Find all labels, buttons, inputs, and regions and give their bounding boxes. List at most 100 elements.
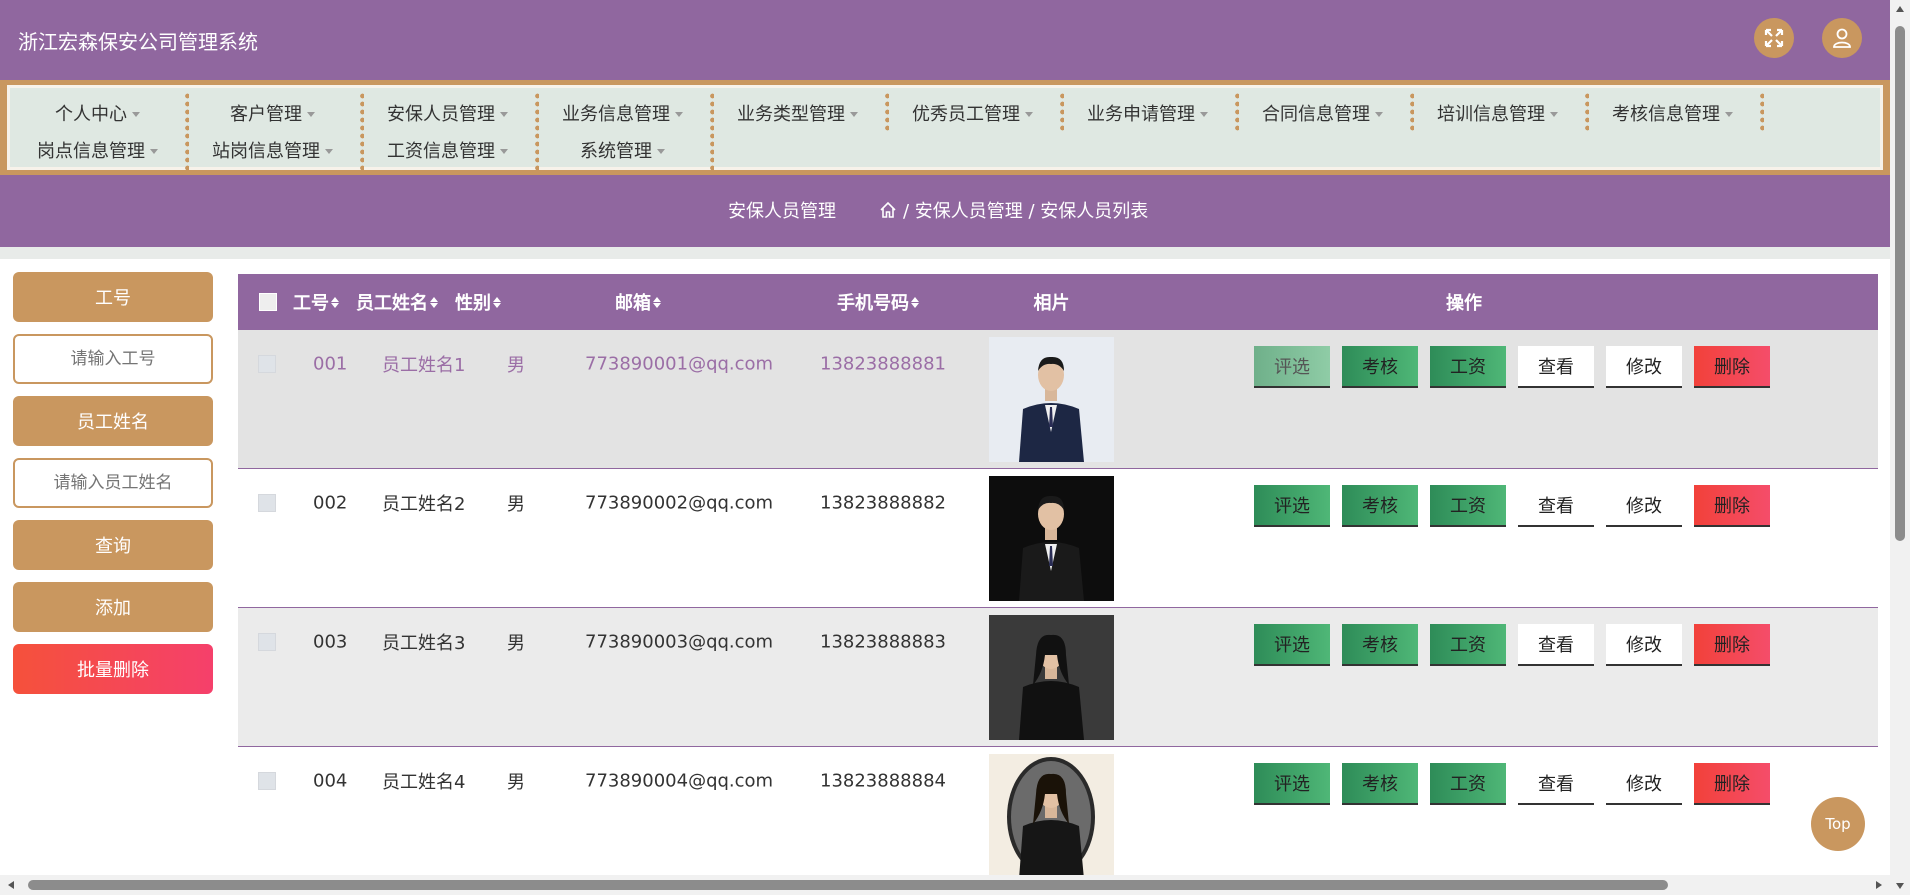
query-button[interactable]: 查询 (13, 520, 213, 570)
header-phone[interactable]: 手机号码 (818, 274, 938, 330)
menu-item[interactable]: 业务信息管理 (535, 98, 710, 128)
salary-button[interactable]: 工资 (1430, 624, 1506, 666)
menu-item[interactable]: 站岗信息管理 (185, 135, 360, 165)
menu-item-label: 考核信息管理 (1612, 104, 1720, 125)
delete-button[interactable]: 删除 (1694, 346, 1770, 388)
table-row[interactable]: 004 员工姓名4 男 773890004@qq.com 13823888884 评选 考核… (238, 747, 1878, 886)
app-header: 浙江宏森保安公司管理系统 (0, 0, 1890, 80)
menu-item[interactable]: 业务类型管理 (710, 98, 885, 128)
divider (0, 247, 1890, 259)
delete-button[interactable]: 删除 (1694, 485, 1770, 527)
menu-separator (360, 92, 364, 132)
row-checkbox[interactable] (258, 355, 276, 373)
salary-button[interactable]: 工资 (1430, 485, 1506, 527)
employee-id-input[interactable] (13, 334, 213, 384)
cell-id: 003 (313, 631, 348, 653)
cell-phone: 13823888883 (820, 631, 946, 653)
scroll-left-icon[interactable] (8, 881, 14, 889)
view-button[interactable]: 查看 (1518, 485, 1594, 527)
fullscreen-button[interactable] (1754, 18, 1794, 58)
menu-item-label: 业务信息管理 (562, 104, 670, 125)
assess-button[interactable]: 考核 (1342, 485, 1418, 527)
scroll-down-icon[interactable] (1896, 883, 1904, 889)
employee-photo[interactable] (989, 476, 1114, 601)
vertical-scrollbar[interactable] (1890, 0, 1910, 895)
caret-down-icon (500, 148, 508, 154)
breadcrumb: / 安保人员管理 / 安保人员列表 (879, 197, 1148, 223)
edit-button[interactable]: 修改 (1606, 346, 1682, 388)
delete-button[interactable]: 删除 (1694, 763, 1770, 805)
header-gender-label: 性别 (455, 293, 491, 314)
menu-item[interactable]: 工资信息管理 (360, 135, 535, 165)
caret-down-icon (1025, 111, 1033, 117)
header-id-label: 工号 (293, 293, 329, 314)
select-button[interactable]: 评选 (1254, 485, 1330, 527)
scroll-up-icon[interactable] (1896, 6, 1904, 12)
home-icon[interactable] (879, 201, 897, 219)
header-id[interactable]: 工号 (286, 274, 346, 330)
user-button[interactable] (1822, 18, 1862, 58)
edit-button[interactable]: 修改 (1606, 485, 1682, 527)
menu-item[interactable]: 系统管理 (535, 135, 710, 165)
expand-icon (1764, 28, 1784, 48)
edit-button[interactable]: 修改 (1606, 624, 1682, 666)
menu-item-label: 优秀员工管理 (912, 104, 1020, 125)
salary-button[interactable]: 工资 (1430, 346, 1506, 388)
cell-gender: 男 (507, 772, 525, 793)
horizontal-scrollbar[interactable] (0, 875, 1890, 895)
select-button[interactable]: 评选 (1254, 624, 1330, 666)
table-row[interactable]: 002 员工姓名2 男 773890002@qq.com 13823888882 评选 考核… (238, 469, 1878, 608)
header-name[interactable]: 员工姓名 (350, 274, 444, 330)
assess-button[interactable]: 考核 (1342, 763, 1418, 805)
menu-item[interactable]: 个人中心 (10, 98, 185, 128)
header-gender[interactable]: 性别 (450, 274, 506, 330)
menu-item[interactable]: 岗点信息管理 (10, 135, 185, 165)
table-row[interactable]: 001 员工姓名1 男 773890001@qq.com 13823888881 评选 考核… (238, 330, 1878, 469)
row-checkbox[interactable] (258, 772, 276, 790)
menu-item[interactable]: 考核信息管理 (1585, 98, 1760, 128)
menu-item[interactable]: 合同信息管理 (1235, 98, 1410, 128)
view-button[interactable]: 查看 (1518, 624, 1594, 666)
menu-separator (1060, 92, 1064, 132)
employee-photo[interactable] (989, 754, 1114, 879)
batch-delete-button[interactable]: 批量删除 (13, 644, 213, 694)
sort-icon (430, 296, 438, 308)
employee-name-input[interactable] (13, 458, 213, 508)
view-button[interactable]: 查看 (1518, 346, 1594, 388)
menu-item[interactable]: 客户管理 (185, 98, 360, 128)
breadcrumb-path[interactable]: / 安保人员管理 / 安保人员列表 (903, 197, 1148, 223)
assess-button[interactable]: 考核 (1342, 624, 1418, 666)
menu-item[interactable]: 培训信息管理 (1410, 98, 1585, 128)
assess-button[interactable]: 考核 (1342, 346, 1418, 388)
employee-photo[interactable] (989, 337, 1114, 462)
row-checkbox[interactable] (258, 633, 276, 651)
app-title: 浙江宏森保安公司管理系统 (18, 29, 258, 54)
caret-down-icon (850, 111, 858, 117)
salary-button[interactable]: 工资 (1430, 763, 1506, 805)
menu-item[interactable]: 业务申请管理 (1060, 98, 1235, 128)
caret-down-icon (325, 148, 333, 154)
menu-item[interactable]: 安保人员管理 (360, 98, 535, 128)
select-button[interactable]: 评选 (1254, 346, 1330, 388)
staff-table: 工号 员工姓名 性别 邮箱 手机号码 相片 操作 001 员工姓名1 男 773890… (238, 274, 1878, 886)
view-button[interactable]: 查看 (1518, 763, 1594, 805)
employee-photo[interactable] (989, 615, 1114, 740)
menu-item-label: 个人中心 (55, 104, 127, 125)
row-checkbox[interactable] (258, 494, 276, 512)
horizontal-scroll-thumb[interactable] (28, 880, 1668, 890)
add-button[interactable]: 添加 (13, 582, 213, 632)
menu-item-label: 业务类型管理 (737, 104, 845, 125)
scroll-right-icon[interactable] (1876, 881, 1882, 889)
edit-button[interactable]: 修改 (1606, 763, 1682, 805)
header-ops: 操作 (1414, 274, 1514, 330)
vertical-scroll-thumb[interactable] (1895, 26, 1905, 541)
back-to-top-button[interactable]: Top (1811, 797, 1865, 851)
table-row[interactable]: 003 员工姓名3 男 773890003@qq.com 13823888883 评选 考核… (238, 608, 1878, 747)
header-email[interactable]: 邮箱 (578, 274, 698, 330)
menu-item[interactable]: 优秀员工管理 (885, 98, 1060, 128)
select-all-checkbox[interactable] (259, 293, 277, 311)
delete-button[interactable]: 删除 (1694, 624, 1770, 666)
sort-icon (911, 296, 919, 308)
select-button[interactable]: 评选 (1254, 763, 1330, 805)
cell-gender: 男 (507, 633, 525, 654)
